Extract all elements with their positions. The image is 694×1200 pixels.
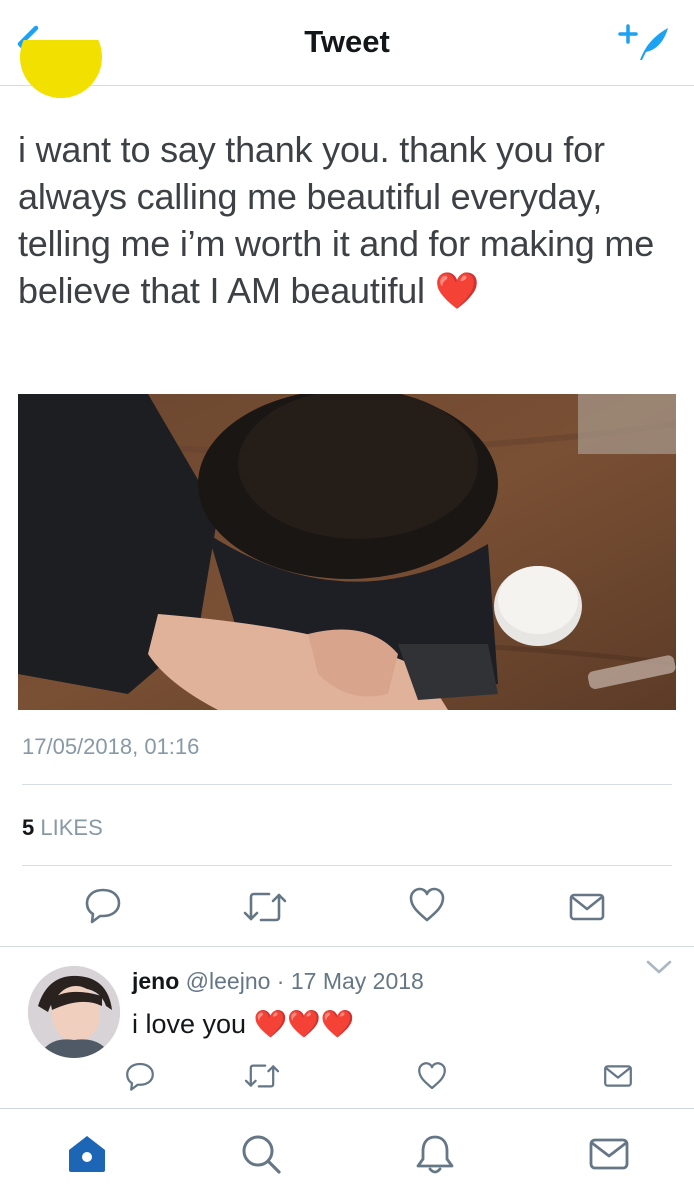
likes-number: 5 xyxy=(22,815,35,840)
heart-emoji: ❤️ xyxy=(434,270,480,311)
home-icon xyxy=(69,1136,105,1172)
reply-body: i love you xyxy=(132,1009,247,1039)
tab-messages[interactable] xyxy=(584,1129,634,1179)
reply-text: i love you ❤️❤️❤️ xyxy=(132,1008,354,1040)
tab-home[interactable] xyxy=(62,1129,112,1179)
compose-tweet-button[interactable] xyxy=(618,20,674,66)
notifications-icon xyxy=(416,1135,454,1174)
messages-icon xyxy=(589,1138,629,1170)
hearts-emoji: ❤️❤️❤️ xyxy=(253,1009,355,1039)
share-button[interactable] xyxy=(562,882,612,932)
divider xyxy=(22,865,672,866)
chevron-down-icon xyxy=(646,960,672,974)
reply-menu-button[interactable] xyxy=(644,954,674,980)
share-icon xyxy=(569,893,605,921)
separator-dot: · xyxy=(276,968,285,994)
likes-label: LIKES xyxy=(40,815,103,840)
tab-search[interactable] xyxy=(236,1129,286,1179)
tweet-text: i want to say thank you. thank you for a… xyxy=(18,126,668,314)
divider xyxy=(22,784,672,785)
bottom-tab-bar xyxy=(0,1108,694,1200)
tab-notifications[interactable] xyxy=(410,1129,460,1179)
share-icon xyxy=(604,1065,632,1087)
reply-icon xyxy=(126,1062,154,1091)
divider xyxy=(0,946,694,947)
reply-reply-button[interactable] xyxy=(120,1056,160,1096)
reply-date: 17 May 2018 xyxy=(290,968,424,994)
like-icon xyxy=(409,887,445,922)
reply-author-handle[interactable]: @leejno xyxy=(186,968,271,994)
reply-button[interactable] xyxy=(78,880,128,930)
reply-avatar[interactable] xyxy=(28,966,120,1058)
tweet-body: i want to say thank you. thank you for a… xyxy=(18,129,655,311)
search-icon xyxy=(242,1135,281,1174)
like-icon xyxy=(418,1062,446,1090)
reply-icon xyxy=(85,888,121,924)
reply-like-button[interactable] xyxy=(412,1056,452,1096)
tweet-photo[interactable] xyxy=(18,394,676,710)
retweet-icon xyxy=(244,1064,280,1088)
page-title: Tweet xyxy=(304,24,390,59)
retweet-button[interactable] xyxy=(240,882,290,932)
compose-tweet-icon xyxy=(618,24,668,60)
reply-author-name[interactable]: jeno xyxy=(132,968,179,994)
reply-share-button[interactable] xyxy=(598,1056,638,1096)
reply-retweet-button[interactable] xyxy=(242,1056,282,1096)
tweet-timestamp: 17/05/2018, 01:16 xyxy=(22,734,200,759)
likes-count[interactable]: 5 LIKES xyxy=(22,815,103,841)
retweet-icon xyxy=(243,892,287,922)
top-nav-bar: Tweet xyxy=(0,0,694,86)
like-button[interactable] xyxy=(402,880,452,930)
author-avatar[interactable] xyxy=(20,40,102,98)
reply-header: jeno @leejno · 17 May 2018 xyxy=(132,968,424,995)
